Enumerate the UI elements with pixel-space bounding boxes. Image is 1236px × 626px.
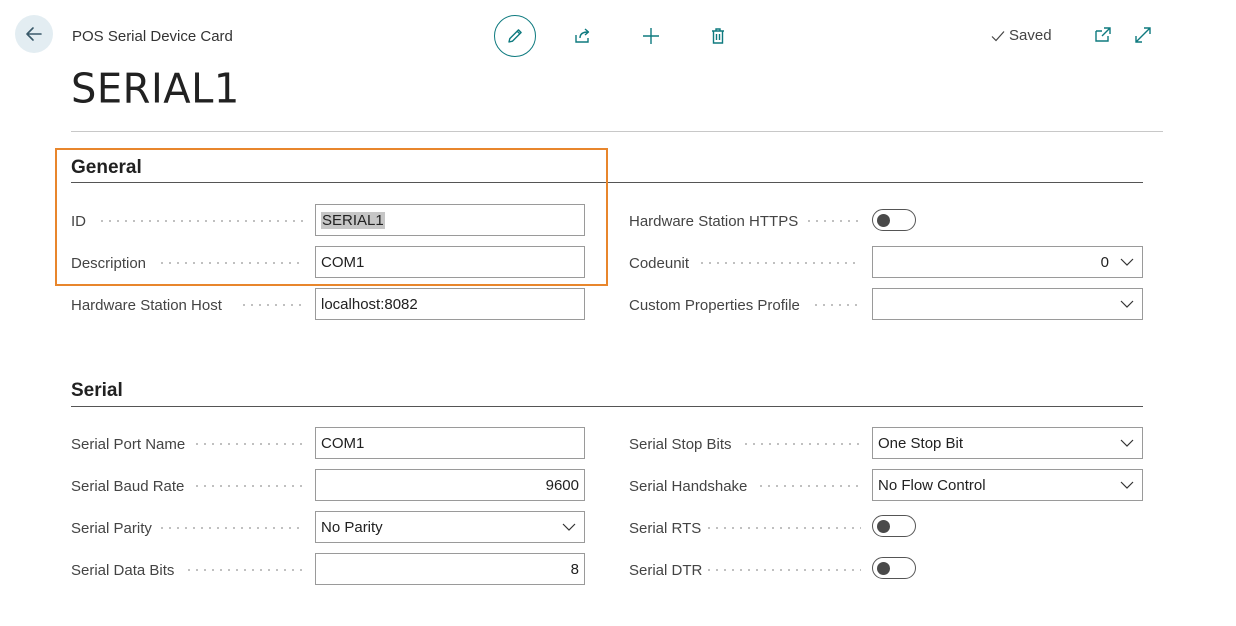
description-field[interactable]: COM1 bbox=[315, 246, 585, 278]
toggle-knob bbox=[877, 520, 890, 533]
serial-port-name-field[interactable]: COM1 bbox=[315, 427, 585, 459]
serial-stop-bits-dots bbox=[742, 443, 861, 445]
serial-rts-dots bbox=[705, 527, 861, 529]
codeunit-label: Codeunit bbox=[629, 255, 690, 272]
back-button[interactable] bbox=[15, 15, 53, 53]
serial-baud-rate-field[interactable]: 9600 bbox=[315, 469, 585, 501]
serial-parity-value: No Parity bbox=[321, 518, 383, 536]
serial-port-name-dots bbox=[193, 443, 304, 445]
edit-button[interactable] bbox=[494, 15, 536, 57]
custom-properties-profile-label: Custom Properties Profile bbox=[629, 297, 800, 314]
checkmark-icon bbox=[991, 30, 1005, 41]
delete-button[interactable] bbox=[704, 22, 732, 50]
serial-parity-label: Serial Parity bbox=[71, 520, 152, 537]
serial-stop-bits-select[interactable]: One Stop Bit bbox=[872, 427, 1143, 459]
chevron-down-icon bbox=[562, 523, 576, 531]
chevron-down-icon bbox=[1120, 258, 1134, 266]
custom-properties-profile-dots bbox=[812, 304, 861, 306]
chevron-down-icon bbox=[1120, 439, 1134, 447]
description-label: Description bbox=[71, 255, 147, 272]
serial-handshake-label: Serial Handshake bbox=[629, 478, 748, 495]
pencil-icon bbox=[508, 29, 522, 43]
serial-rts-toggle[interactable] bbox=[872, 515, 916, 537]
serial-baud-rate-label: Serial Baud Rate bbox=[71, 478, 185, 495]
codeunit-select[interactable]: 0 bbox=[872, 246, 1143, 278]
custom-properties-profile-select[interactable] bbox=[872, 288, 1143, 320]
id-label: ID bbox=[71, 213, 86, 230]
hardware-station-host-dots bbox=[240, 304, 304, 306]
open-new-window-button[interactable] bbox=[1090, 22, 1116, 48]
serial-section-divider bbox=[71, 406, 1143, 407]
serial-port-name-label: Serial Port Name bbox=[71, 436, 186, 453]
add-button[interactable] bbox=[637, 22, 665, 50]
hardware-station-host-field[interactable]: localhost:8082 bbox=[315, 288, 585, 320]
saved-label: Saved bbox=[1009, 27, 1052, 44]
serial-dtr-dots bbox=[705, 569, 861, 571]
serial-handshake-select[interactable]: No Flow Control bbox=[872, 469, 1143, 501]
saved-status: Saved bbox=[990, 27, 1052, 44]
serial-data-bits-field[interactable]: 8 bbox=[315, 553, 585, 585]
serial-baud-rate-dots bbox=[193, 485, 304, 487]
page-title: SERIAL1 bbox=[71, 65, 240, 113]
serial-data-bits-dots bbox=[185, 569, 304, 571]
serial-dtr-label: Serial DTR bbox=[629, 562, 703, 579]
back-arrow-icon bbox=[26, 27, 42, 41]
id-field[interactable]: SERIAL1 bbox=[315, 204, 585, 236]
plus-icon bbox=[643, 28, 659, 44]
serial-parity-dots bbox=[158, 527, 304, 529]
serial-data-bits-label: Serial Data Bits bbox=[71, 562, 175, 579]
expand-button[interactable] bbox=[1130, 22, 1156, 48]
hardware-station-https-label: Hardware Station HTTPS bbox=[629, 213, 799, 230]
codeunit-value: 0 bbox=[1100, 253, 1109, 271]
serial-dtr-toggle[interactable] bbox=[872, 557, 916, 579]
trash-icon bbox=[712, 28, 724, 44]
description-dots bbox=[158, 262, 304, 264]
breadcrumb: POS Serial Device Card bbox=[72, 28, 233, 45]
hardware-station-https-toggle[interactable] bbox=[872, 209, 916, 231]
serial-section-title: Serial bbox=[71, 380, 123, 401]
serial-handshake-value: No Flow Control bbox=[878, 476, 986, 494]
open-new-window-icon bbox=[1095, 27, 1111, 42]
serial-stop-bits-label: Serial Stop Bits bbox=[629, 436, 732, 453]
serial-stop-bits-value: One Stop Bit bbox=[878, 434, 964, 452]
serial-handshake-dots bbox=[757, 485, 861, 487]
share-icon bbox=[575, 28, 590, 43]
hardware-station-host-label: Hardware Station Host bbox=[71, 297, 222, 314]
chevron-down-icon bbox=[1120, 300, 1134, 308]
hardware-station-https-dots bbox=[805, 220, 861, 222]
toggle-knob bbox=[877, 214, 890, 227]
codeunit-dots bbox=[698, 262, 861, 264]
chevron-down-icon bbox=[1120, 481, 1134, 489]
title-divider bbox=[71, 131, 1163, 132]
expand-icon bbox=[1135, 27, 1151, 43]
id-dots bbox=[98, 220, 304, 222]
share-button[interactable] bbox=[569, 22, 597, 50]
serial-parity-select[interactable]: No Parity bbox=[315, 511, 585, 543]
toggle-knob bbox=[877, 562, 890, 575]
serial-rts-label: Serial RTS bbox=[629, 520, 702, 537]
